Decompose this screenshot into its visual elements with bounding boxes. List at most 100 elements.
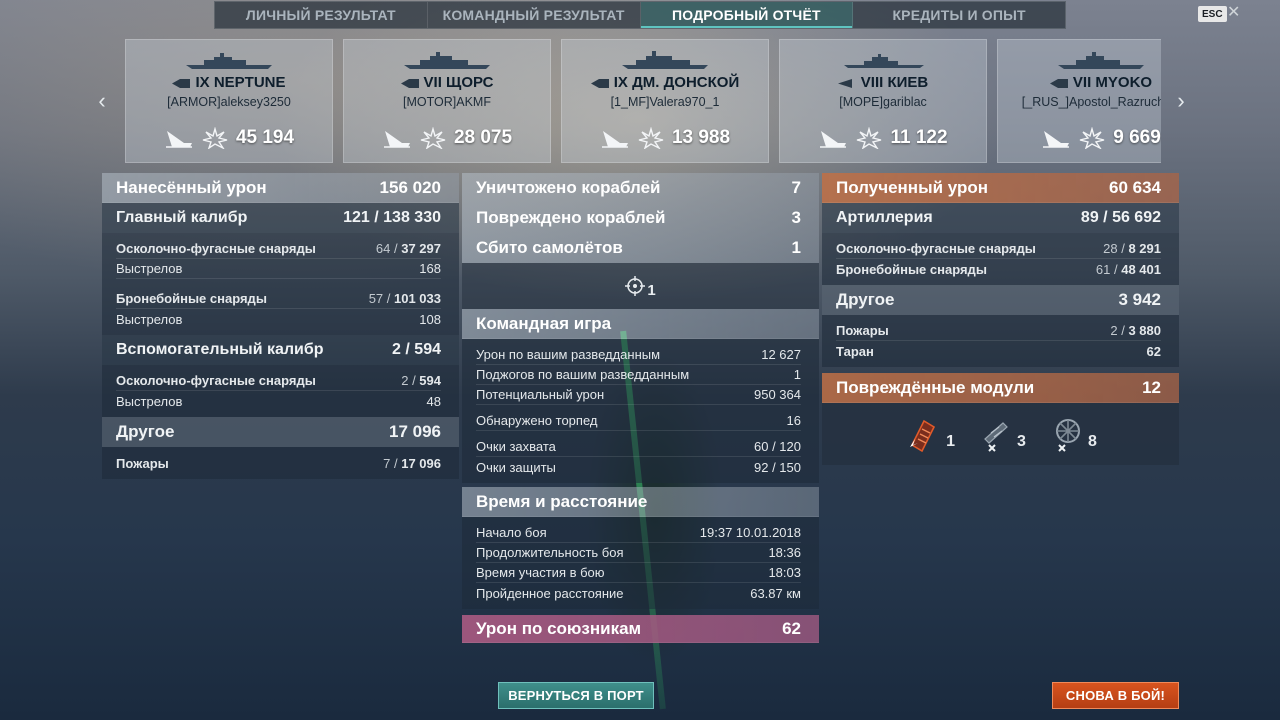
main-caliber-header: Главный калибр 121 / 138 330 — [102, 203, 459, 233]
stat-value: 60 / 120 — [754, 439, 801, 454]
other-received-details: Пожары 2 / 3 880 Таран 62 — [822, 315, 1179, 367]
stat-hits: 2 — [1110, 323, 1118, 338]
stat-row: Выстрелов 48 — [116, 391, 441, 411]
stat-label: Начало боя — [476, 525, 547, 540]
stat-row: Выстрелов 108 — [116, 309, 441, 329]
stat-value: 48 — [426, 393, 441, 409]
stat-value: 63.87 км — [750, 585, 801, 601]
explosion-damage-icon — [420, 127, 446, 149]
stat-label: Осколочно-фугасные снаряды — [836, 241, 1036, 256]
module-item: 8 — [1048, 415, 1097, 453]
stat-row: Осколочно-фугасные снаряды 2 / 594 — [116, 371, 441, 391]
tab-team-result[interactable]: КОМАНДНЫЙ РЕЗУЛЬТАТ — [428, 2, 641, 28]
stat-label: Выстрелов — [116, 393, 183, 409]
ship-name: IX NEPTUNE — [126, 74, 332, 91]
stat-label: Выстрелов — [116, 311, 183, 327]
other-dealt-header: Другое 17 096 — [102, 417, 459, 447]
ship-card[interactable]: VII MYOKO [_RUS_]Apostol_Razruchitel 9 6… — [997, 39, 1161, 163]
main-caliber-value: 138 330 — [383, 209, 441, 226]
player-name: [_RUS_]Apostol_Razruchitel — [1021, 95, 1161, 109]
tab-detailed-report[interactable]: ПОДРОБНЫЙ ОТЧЁТ — [640, 2, 854, 28]
stat-value: 37 297 — [401, 241, 441, 256]
cruiser-class-icon — [400, 78, 419, 88]
stat-value: 1 — [793, 367, 801, 382]
damage-row: 11 122 — [780, 127, 986, 149]
ship-card[interactable]: IX ДМ. ДОНСКОЙ [1_MF]Valera970_1 13 988 — [561, 39, 769, 163]
stat-row: Осколочно-фугасные снаряды 28 / 8 291 — [836, 239, 1161, 259]
engine-module-icon — [910, 419, 936, 453]
planes-shot-label: Сбито самолётов — [476, 238, 623, 257]
stat-value: 48 401 — [1121, 261, 1161, 277]
battle-again-button[interactable]: СНОВА В БОЙ! — [1052, 682, 1179, 709]
stat-label: Бронебойные снаряды — [836, 261, 987, 277]
return-to-port-button[interactable]: ВЕРНУТЬСЯ В ПОРТ — [498, 682, 654, 709]
stat-row: Очки защиты 92 / 150 — [476, 457, 801, 477]
ships-destroyed-label: Уничтожено кораблей — [476, 178, 661, 197]
ally-damage-row: Урон по союзникам 62 — [462, 615, 819, 643]
explosion-damage-icon — [638, 127, 664, 149]
stat-row: Очки захвата 60 / 120 — [476, 437, 801, 457]
ship-silhouette-icon — [622, 51, 708, 69]
stat-label: Осколочно-фугасные снаряды — [116, 373, 316, 388]
stat-label: Таран — [836, 343, 874, 359]
crosshair-summary: 1 — [462, 263, 819, 309]
close-icon[interactable]: ✕ — [1227, 2, 1240, 22]
stat-label: Время участия в бою — [476, 565, 605, 580]
tab-credits-xp[interactable]: КРЕДИТЫ И ОПЫТ — [853, 2, 1065, 28]
tab-personal-result[interactable]: ЛИЧНЫЙ РЕЗУЛЬТАТ — [215, 2, 428, 28]
stat-label: Пожары — [836, 323, 889, 338]
main-caliber-label: Главный калибр — [116, 209, 248, 226]
main-caliber-hits: 121 — [343, 209, 370, 226]
ship-name-text: IX ДМ. ДОНСКОЙ — [613, 74, 740, 91]
team-play-header: Командная игра — [462, 309, 819, 339]
stat-label: Очки защиты — [476, 459, 556, 475]
stat-row: Пожары 2 / 3 880 — [836, 321, 1161, 341]
destroyer-class-icon — [837, 78, 852, 88]
damage-received-header: Полученный урон 60 634 — [822, 173, 1179, 203]
stat-value: 168 — [419, 261, 441, 276]
ship-card[interactable]: VII ЩОРС [MOTOR]AKMF 28 075 — [343, 39, 551, 163]
prev-arrow-icon[interactable]: ‹ — [92, 88, 112, 114]
planes-shot-value: 1 — [791, 238, 801, 257]
time-distance-header: Время и расстояние — [462, 487, 819, 517]
secondary-caliber-header: Вспомогательный калибр 2 / 594 — [102, 335, 459, 365]
other-dealt-label: Другое — [116, 422, 175, 441]
stat-row: Обнаружено торпед 16 — [476, 411, 801, 431]
stat-row: Пройденное расстояние 63.87 км — [476, 583, 801, 603]
stat-row: Осколочно-фугасные снаряды 64 / 37 297 — [116, 239, 441, 259]
artillery-hits: 89 — [1080, 209, 1099, 226]
player-name: [ARMOR]aleksey3250 — [167, 95, 291, 109]
ship-cards: IX NEPTUNE [ARMOR]aleksey3250 45 194 VII… — [125, 39, 1161, 163]
stat-value: 16 — [786, 413, 801, 428]
other-dealt-details: Пожары 7 / 17 096 — [102, 447, 459, 479]
ship-sinking-icon — [165, 131, 192, 148]
stat-label: Обнаружено торпед — [476, 413, 598, 428]
stat-label: Очки захвата — [476, 439, 556, 454]
ship-card[interactable]: IX NEPTUNE [ARMOR]aleksey3250 45 194 — [125, 39, 333, 163]
planes-shot-row: Сбито самолётов 1 — [462, 233, 819, 263]
stat-hits: 64 — [375, 241, 391, 256]
module-count: 3 — [1017, 433, 1026, 450]
stat-value: 3 880 — [1128, 323, 1161, 338]
stat-value: 594 — [419, 373, 441, 388]
ship-card[interactable]: VIII КИЕВ [MOPE]gariblac 11 122 — [779, 39, 987, 163]
stat-row: Время участия в бою 18:03 — [476, 563, 801, 583]
stat-value: 950 364 — [754, 387, 801, 402]
explosion-damage-icon — [1080, 127, 1105, 149]
stat-value: 108 — [419, 311, 441, 327]
ship-name-text: VIII КИЕВ — [860, 74, 929, 91]
explosion-damage-icon — [857, 127, 882, 149]
artillery-header: Артиллерия 89 / 56 692 — [822, 203, 1179, 233]
ship-silhouette-icon — [186, 53, 272, 69]
stat-label: Продолжительность боя — [476, 545, 624, 560]
secondary-caliber-value: 594 — [414, 341, 441, 358]
stat-label: Урон по вашим разведданным — [476, 347, 661, 362]
ship-silhouette-icon — [844, 54, 924, 68]
cruiser-class-icon — [1049, 78, 1068, 88]
stat-row: Поджогов по вашим разведданным 1 — [476, 365, 801, 385]
ship-silhouette-icon — [404, 52, 490, 69]
ship-name-text: IX NEPTUNE — [195, 74, 286, 91]
next-arrow-icon[interactable]: › — [1171, 88, 1191, 114]
stat-label: Осколочно-фугасные снаряды — [116, 241, 316, 256]
stat-label: Потенциальный урон — [476, 387, 605, 402]
